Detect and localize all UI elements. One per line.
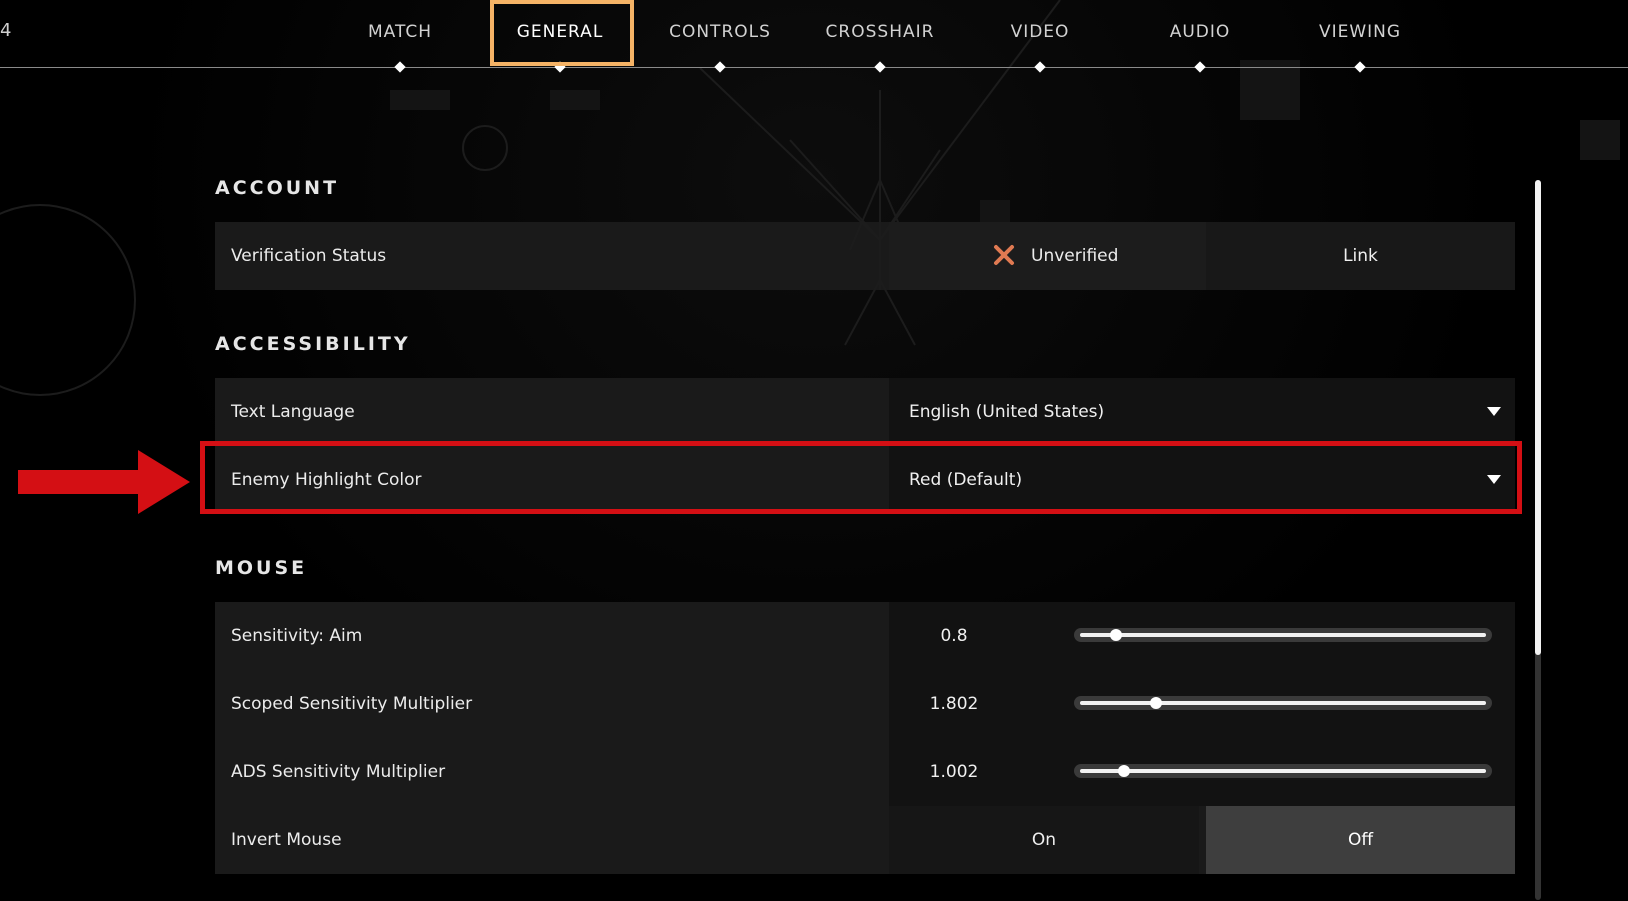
tab-label: CONTROLS <box>669 22 771 42</box>
caret-down-icon <box>1487 475 1501 484</box>
edge-fragment-icon: 4 <box>0 20 12 41</box>
settings-screen: 4 MATCH GENERAL CONTROLS CROSSHAIR VIDEO… <box>0 0 1628 901</box>
tab-label: MATCH <box>367 22 433 42</box>
scoped-sensitivity-slider[interactable] <box>1074 696 1492 710</box>
slider-cell: 1.802 <box>889 670 1515 738</box>
tab-diamond-icon <box>1354 61 1366 73</box>
row-verification-status: Verification Status Unverified Link <box>215 222 1515 290</box>
tab-diamond-icon <box>874 61 886 73</box>
row-label: Sensitivity: Aim <box>231 626 363 646</box>
tab-audio[interactable]: AUDIO <box>1130 0 1270 73</box>
tab-diamond-icon <box>394 61 406 73</box>
section-title-account: ACCOUNT <box>215 177 340 199</box>
dropdown-value: Red (Default) <box>909 470 1023 490</box>
row-text-language: Text Language English (United States) <box>215 378 1515 446</box>
tab-diamond-icon <box>1034 61 1046 73</box>
row-label: Text Language <box>231 402 355 422</box>
slider-value: 1.002 <box>929 762 979 782</box>
tab-controls[interactable]: CONTROLS <box>650 0 790 73</box>
slider-value: 0.8 <box>940 626 968 646</box>
tab-crosshair[interactable]: CROSSHAIR <box>810 0 950 73</box>
slider-value: 1.802 <box>929 694 979 714</box>
slider-cell: 1.002 <box>889 738 1515 806</box>
invert-mouse-on-button[interactable]: On <box>889 806 1199 874</box>
slider-thumb[interactable] <box>1117 765 1130 777</box>
slider-fill <box>1080 701 1486 705</box>
row-label: ADS Sensitivity Multiplier <box>231 762 446 782</box>
tab-label: AUDIO <box>1169 22 1231 42</box>
sensitivity-aim-slider[interactable] <box>1074 628 1492 642</box>
tab-diamond-icon <box>1194 61 1206 73</box>
caret-down-icon <box>1487 407 1501 416</box>
slider-fill <box>1080 633 1486 637</box>
row-scoped-sensitivity: Scoped Sensitivity Multiplier 1.802 <box>215 670 1515 738</box>
section-title-accessibility: ACCESSIBILITY <box>215 333 411 355</box>
row-sensitivity-aim: Sensitivity: Aim 0.8 <box>215 602 1515 670</box>
text-language-dropdown[interactable]: English (United States) <box>889 378 1515 446</box>
active-tab-outline <box>490 0 634 66</box>
tab-video[interactable]: VIDEO <box>970 0 1110 73</box>
row-label: Enemy Highlight Color <box>231 470 422 490</box>
section-title-mouse: MOUSE <box>215 557 308 579</box>
scrollbar-thumb[interactable] <box>1535 180 1541 656</box>
invert-mouse-off-button[interactable]: Off <box>1206 806 1515 874</box>
top-navigation: 4 MATCH GENERAL CONTROLS CROSSHAIR VIDEO… <box>0 0 1628 73</box>
tab-label: CROSSHAIR <box>825 22 935 42</box>
ads-sensitivity-slider[interactable] <box>1074 764 1492 778</box>
x-icon <box>994 245 1014 265</box>
tab-label: VIEWING <box>1318 22 1402 42</box>
tab-viewing[interactable]: VIEWING <box>1290 0 1430 73</box>
row-invert-mouse: Invert Mouse On Off <box>215 806 1515 874</box>
scrollbar[interactable] <box>1535 180 1541 900</box>
row-label: Invert Mouse <box>231 830 342 850</box>
annotation-arrow-icon <box>18 450 190 514</box>
verification-status-text: Unverified <box>1031 246 1119 266</box>
slider-thumb[interactable] <box>1149 697 1162 709</box>
slider-thumb[interactable] <box>1109 629 1122 641</box>
tab-diamond-icon <box>714 61 726 73</box>
enemy-highlight-color-dropdown[interactable]: Red (Default) <box>889 446 1515 514</box>
row-enemy-highlight-color: Enemy Highlight Color Red (Default) <box>215 446 1515 514</box>
slider-fill <box>1080 769 1486 773</box>
dropdown-value: English (United States) <box>909 402 1105 422</box>
link-button[interactable]: Link <box>1206 222 1515 290</box>
row-label: Verification Status <box>231 246 387 266</box>
tab-match[interactable]: MATCH <box>330 0 470 73</box>
row-label: Scoped Sensitivity Multiplier <box>231 694 473 714</box>
verification-status-cell: Unverified <box>889 222 1206 290</box>
slider-cell: 0.8 <box>889 602 1515 670</box>
tab-label: VIDEO <box>1010 22 1070 42</box>
row-ads-sensitivity: ADS Sensitivity Multiplier 1.002 <box>215 738 1515 806</box>
